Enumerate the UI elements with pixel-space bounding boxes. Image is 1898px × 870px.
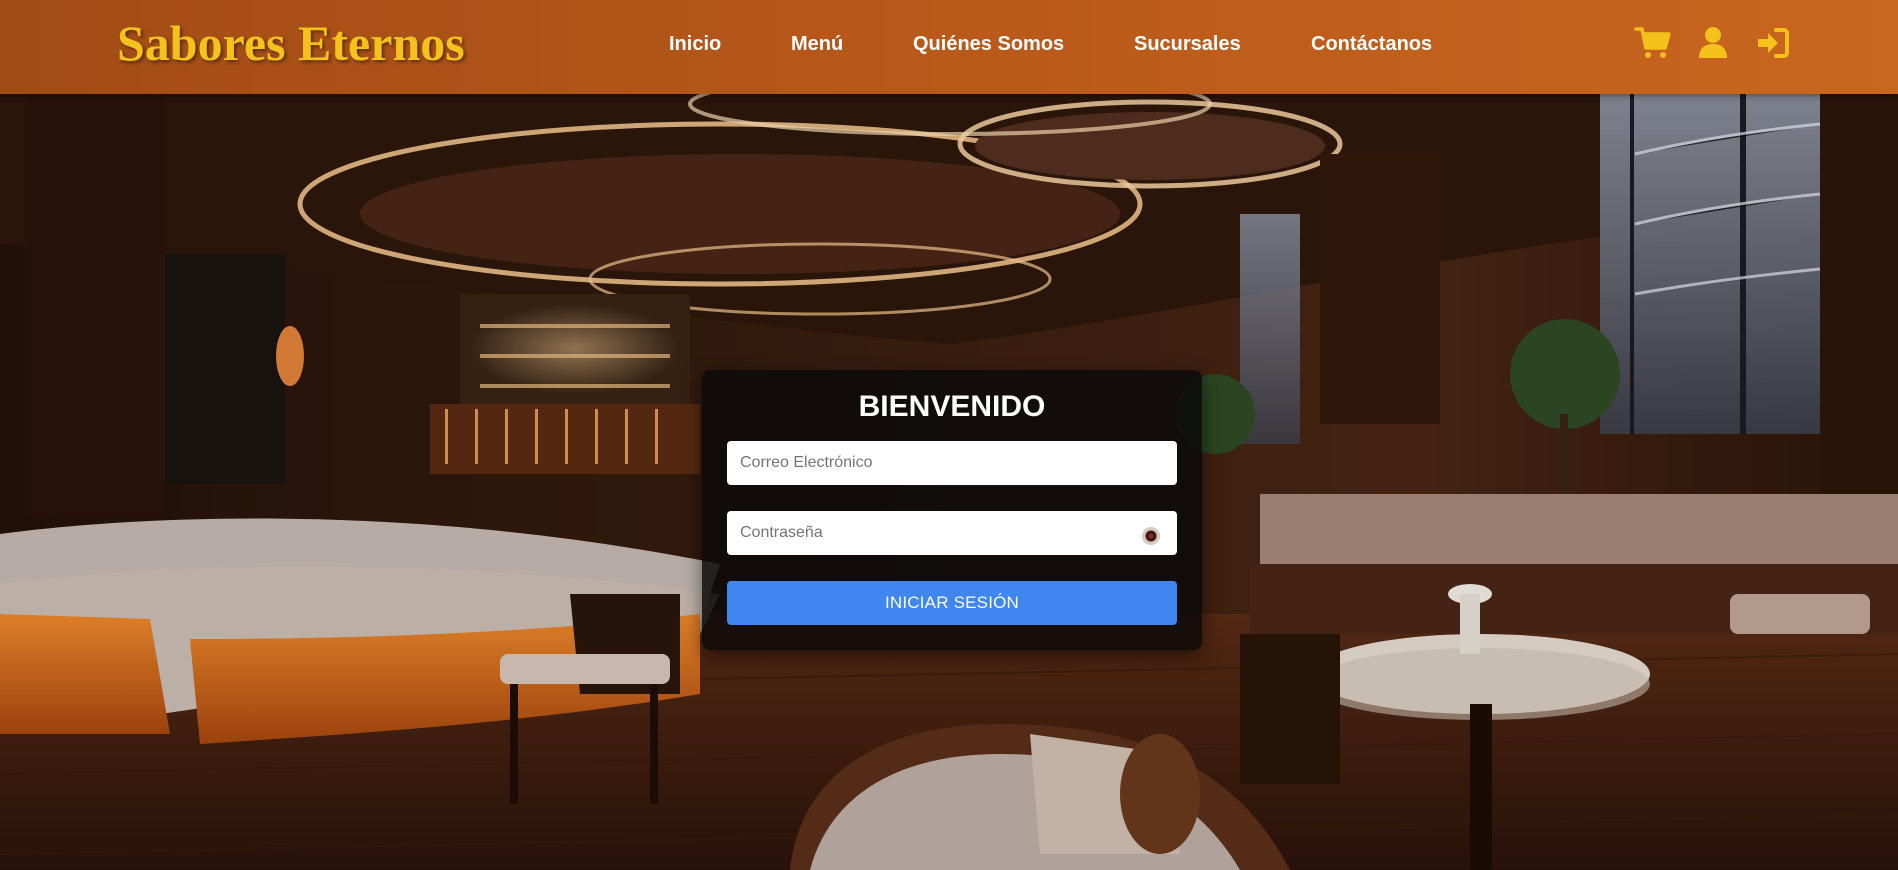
brand-logo[interactable]: Sabores Eternos <box>117 14 465 72</box>
login-form: BIENVENIDO INICIAR SESIÓN <box>702 370 1202 650</box>
nav-link-contactanos[interactable]: Contáctanos <box>1311 33 1432 56</box>
nav-link-sucursales[interactable]: Sucursales <box>1134 33 1241 56</box>
user-icon[interactable] <box>1694 24 1732 62</box>
nav-link-inicio[interactable]: Inicio <box>669 33 721 56</box>
password-field[interactable] <box>727 511 1177 555</box>
site-header: Sabores Eternos Inicio Menú Quiénes Somo… <box>0 0 1898 94</box>
eye-icon[interactable] <box>1140 525 1162 547</box>
nav-link-menu[interactable]: Menú <box>791 33 843 56</box>
login-button[interactable]: INICIAR SESIÓN <box>727 581 1177 625</box>
nav-link-quienes-somos[interactable]: Quiénes Somos <box>913 33 1064 56</box>
email-field[interactable] <box>727 441 1177 485</box>
sign-in-icon[interactable] <box>1754 24 1792 62</box>
cart-icon[interactable] <box>1634 24 1672 62</box>
login-title: BIENVENIDO <box>858 390 1046 423</box>
